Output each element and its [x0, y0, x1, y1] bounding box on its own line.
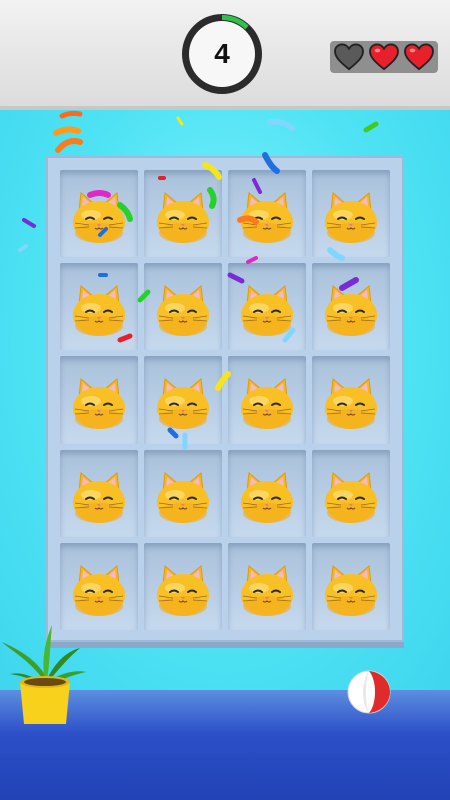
shelf-cell[interactable] — [144, 449, 222, 537]
heart-full-icon — [369, 43, 399, 71]
top-hud-bar: 4 — [0, 0, 450, 110]
shelf-cell[interactable] — [228, 170, 306, 258]
shelf-cell[interactable] — [144, 542, 222, 630]
timer-value: 4 — [214, 38, 230, 69]
cat-face-icon — [325, 285, 377, 337]
cat-face-icon — [157, 378, 209, 430]
cat-face-icon — [73, 192, 125, 244]
shelf-cell[interactable] — [60, 263, 138, 351]
cat-face-icon — [157, 192, 209, 244]
cat-face-icon — [325, 192, 377, 244]
cat-face-icon — [73, 378, 125, 430]
cat-face-icon — [73, 471, 125, 523]
shelf-cell[interactable] — [312, 356, 390, 444]
shelf-cell[interactable] — [312, 542, 390, 630]
shelf-cell[interactable] — [228, 356, 306, 444]
shelf-cell[interactable] — [228, 263, 306, 351]
shelf-cell[interactable] — [144, 356, 222, 444]
cat-face-icon — [73, 564, 125, 616]
shelf-cabinet — [46, 156, 404, 642]
shelf-cell[interactable] — [312, 449, 390, 537]
shelf-grid — [60, 170, 390, 630]
cat-face-icon — [325, 471, 377, 523]
cat-face-icon — [241, 192, 293, 244]
cat-face-icon — [241, 564, 293, 616]
shelf-cell[interactable] — [144, 263, 222, 351]
cat-face-icon — [325, 564, 377, 616]
shelf-cell[interactable] — [228, 449, 306, 537]
cat-face-icon — [241, 285, 293, 337]
cat-face-icon — [157, 564, 209, 616]
shelf-cell[interactable] — [60, 542, 138, 630]
potted-plant — [2, 625, 86, 724]
cat-face-icon — [325, 378, 377, 430]
lives-panel — [330, 41, 438, 73]
heart-full-icon — [403, 43, 434, 71]
shelf-cell[interactable] — [312, 170, 390, 258]
shelf-cell[interactable] — [312, 263, 390, 351]
heart-empty-icon — [334, 43, 365, 71]
beach-ball — [347, 670, 391, 714]
cat-face-icon — [73, 285, 125, 337]
cat-face-icon — [241, 471, 293, 523]
shelf-cell[interactable] — [60, 449, 138, 537]
shelf-cell[interactable] — [228, 542, 306, 630]
shelf-cell[interactable] — [144, 170, 222, 258]
cat-face-icon — [157, 285, 209, 337]
shelf-cell[interactable] — [60, 356, 138, 444]
cat-face-icon — [241, 378, 293, 430]
shelf-cell[interactable] — [60, 170, 138, 258]
cat-face-icon — [157, 471, 209, 523]
